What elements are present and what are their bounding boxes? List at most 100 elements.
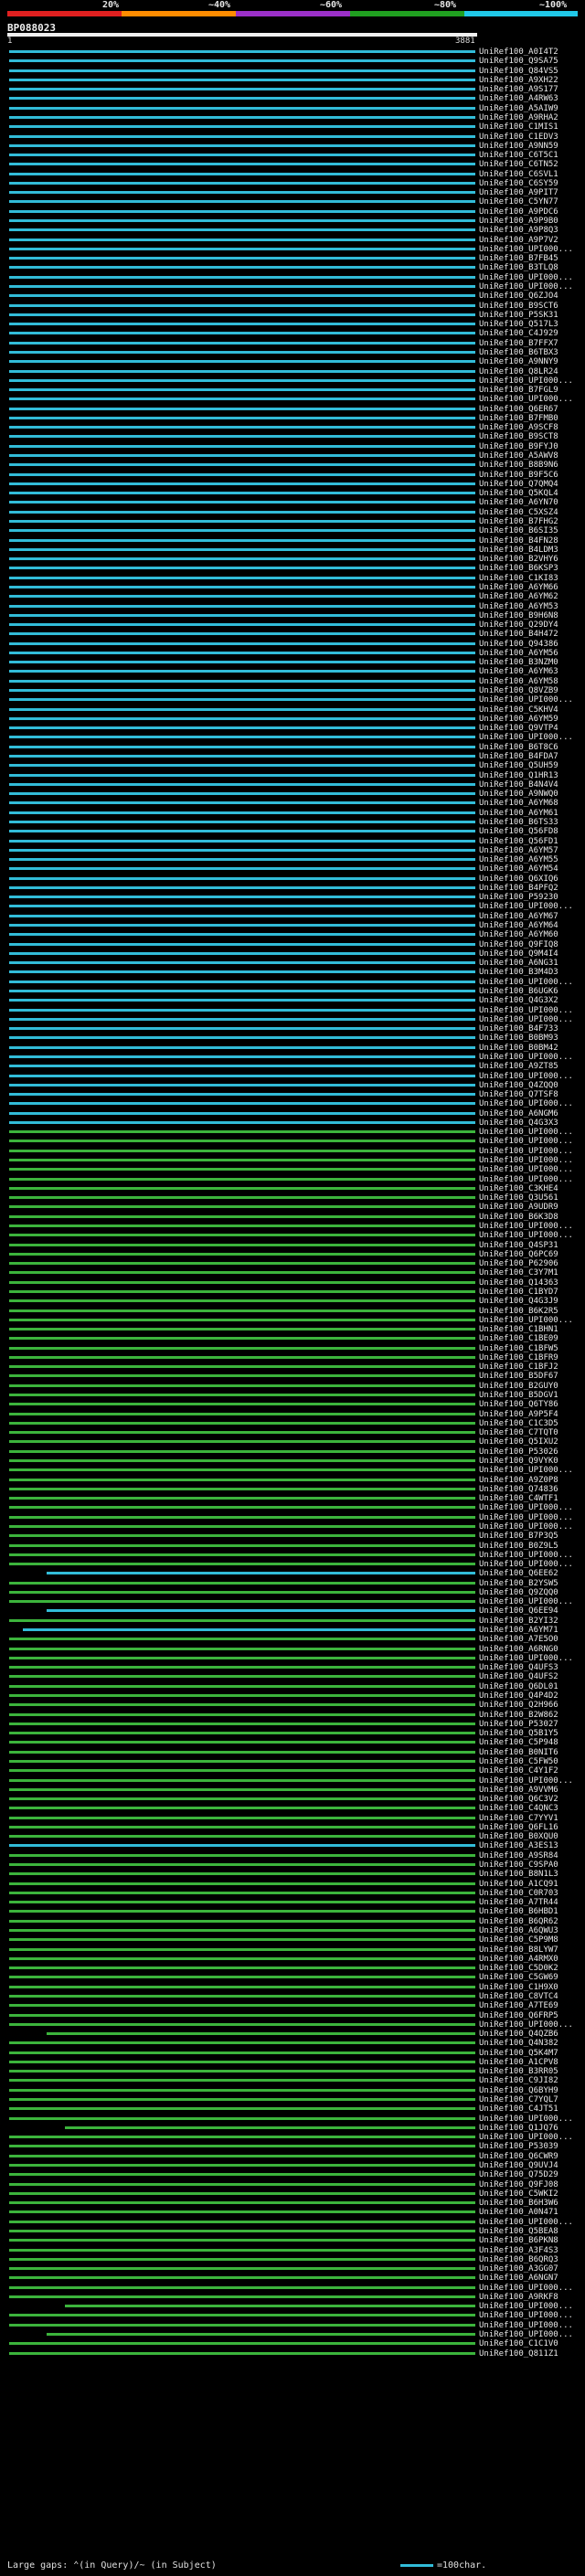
hit-label[interactable]: UniRef100_UPI000... [479, 1503, 573, 1512]
hit-label[interactable]: UniRef100_C6T5C1 [479, 151, 558, 160]
hit-label[interactable]: UniRef100_A6NG31 [479, 959, 558, 968]
hit-row[interactable]: UniRef100_A9NN59 [0, 142, 585, 151]
hit-row[interactable]: UniRef100_Q1JQ76 [0, 2124, 585, 2133]
hit-row[interactable]: UniRef100_Q2H966 [0, 1701, 585, 1710]
hit-row[interactable]: UniRef100_UPI000... [0, 1006, 585, 1015]
hit-row[interactable]: UniRef100_B6KSP3 [0, 564, 585, 573]
hit-label[interactable]: UniRef100_B8LYW7 [479, 1945, 558, 1955]
hit-row[interactable]: UniRef100_B6K2R5 [0, 1307, 585, 1316]
hit-label[interactable]: UniRef100_Q4UFS3 [479, 1663, 558, 1672]
hit-label[interactable]: UniRef100_A6YM60 [479, 930, 558, 939]
hit-label[interactable]: UniRef100_Q9FIQ8 [479, 940, 558, 949]
hit-label[interactable]: UniRef100_C1BE09 [479, 1334, 558, 1343]
hit-label[interactable]: UniRef100_B9FYJ0 [479, 442, 558, 451]
hit-row[interactable]: UniRef100_Q4UFS2 [0, 1672, 585, 1681]
hit-label[interactable]: UniRef100_Q5BEA8 [479, 2227, 558, 2236]
hit-label[interactable]: UniRef100_UPI000... [479, 695, 573, 705]
hit-row[interactable]: UniRef100_UPI000... [0, 1466, 585, 1475]
hit-label[interactable]: UniRef100_Q517L3 [479, 320, 558, 329]
hit-label[interactable]: UniRef100_B3TLQ8 [479, 263, 558, 272]
hit-row[interactable]: UniRef100_UPI000... [0, 1053, 585, 1062]
hit-row[interactable]: UniRef100_A9P9B0 [0, 217, 585, 226]
hit-row[interactable]: UniRef100_B6SI35 [0, 526, 585, 535]
hit-label[interactable]: UniRef100_A9P7V2 [479, 236, 558, 245]
hit-label[interactable]: UniRef100_B7FHG2 [479, 517, 558, 526]
hit-label[interactable]: UniRef100_UPI000... [479, 1316, 573, 1325]
hit-label[interactable]: UniRef100_C9SPA0 [479, 1860, 558, 1870]
hit-row[interactable]: UniRef100_B9FYJ0 [0, 442, 585, 451]
hit-row[interactable]: UniRef100_B2VHY6 [0, 555, 585, 564]
hit-row[interactable]: UniRef100_A6YM71 [0, 1626, 585, 1635]
hit-label[interactable]: UniRef100_Q2H966 [479, 1701, 558, 1710]
hit-row[interactable]: UniRef100_B6QR62 [0, 1917, 585, 1926]
hit-row[interactable]: UniRef100_Q29DY4 [0, 620, 585, 630]
hit-row[interactable]: UniRef100_A9RHA2 [0, 113, 585, 122]
hit-label[interactable]: UniRef100_Q4SP31 [479, 1241, 558, 1250]
hit-row[interactable]: UniRef100_A9PDC6 [0, 207, 585, 217]
hit-label[interactable]: UniRef100_UPI000... [479, 1513, 573, 1522]
hit-row[interactable]: UniRef100_A6NG31 [0, 959, 585, 968]
hit-row[interactable]: UniRef100_Q56FD8 [0, 827, 585, 836]
hit-label[interactable]: UniRef100_B6K2R5 [479, 1307, 558, 1316]
hit-label[interactable]: UniRef100_Q6ER67 [479, 405, 558, 414]
hit-label[interactable]: UniRef100_UPI000... [479, 1147, 573, 1156]
hit-label[interactable]: UniRef100_UPI000... [479, 395, 573, 404]
hit-row[interactable]: UniRef100_A9SR84 [0, 1851, 585, 1860]
hit-row[interactable]: UniRef100_C7TQT0 [0, 1428, 585, 1437]
hit-label[interactable]: UniRef100_A9S177 [479, 85, 558, 94]
hit-label[interactable]: UniRef100_Q4G3X3 [479, 1118, 558, 1128]
hit-label[interactable]: UniRef100_B6K3D8 [479, 1213, 558, 1222]
hit-label[interactable]: UniRef100_B9H6N8 [479, 611, 558, 620]
hit-row[interactable]: UniRef100_C5P9M8 [0, 1935, 585, 1945]
hit-label[interactable]: UniRef100_P53039 [479, 2142, 558, 2151]
hit-label[interactable]: UniRef100_UPI000... [479, 1654, 573, 1663]
hit-label[interactable]: UniRef100_A6YM63 [479, 667, 558, 676]
hit-row[interactable]: UniRef100_C4WTF1 [0, 1494, 585, 1503]
hit-row[interactable]: UniRef100_B6TS33 [0, 818, 585, 827]
hit-label[interactable]: UniRef100_A3GG07 [479, 2264, 558, 2274]
hit-label[interactable]: UniRef100_UPI000... [479, 1466, 573, 1475]
hit-label[interactable]: UniRef100_UPI000... [479, 2218, 573, 2227]
hit-row[interactable]: UniRef100_Q4G3X2 [0, 996, 585, 1005]
hit-row[interactable]: UniRef100_A6YM68 [0, 799, 585, 808]
hit-label[interactable]: UniRef100_UPI000... [479, 1551, 573, 1560]
hit-row[interactable]: UniRef100_C1BFR9 [0, 1353, 585, 1362]
hit-label[interactable]: UniRef100_A4RMX0 [479, 1955, 558, 1964]
hit-row[interactable]: UniRef100_P59230 [0, 893, 585, 902]
hit-row[interactable]: UniRef100_B0XQU0 [0, 1832, 585, 1841]
hit-label[interactable]: UniRef100_C1C3D5 [479, 1419, 558, 1428]
hit-row[interactable]: UniRef100_UPI000... [0, 395, 585, 404]
hit-row[interactable]: UniRef100_UPI000... [0, 695, 585, 705]
hit-label[interactable]: UniRef100_A9VVM6 [479, 1786, 558, 1795]
hit-label[interactable]: UniRef100_B3M4D3 [479, 968, 558, 977]
hit-label[interactable]: UniRef100_Q5K4M7 [479, 2049, 558, 2058]
hit-label[interactable]: UniRef100_C5KHV4 [479, 705, 558, 715]
hit-row[interactable]: UniRef100_UPI000... [0, 1072, 585, 1081]
hit-label[interactable]: UniRef100_B6UGK6 [479, 987, 558, 996]
hit-label[interactable]: UniRef100_A6YM53 [479, 602, 558, 611]
hit-row[interactable]: UniRef100_UPI000... [0, 1776, 585, 1786]
hit-row[interactable]: UniRef100_Q6EE62 [0, 1569, 585, 1578]
hit-row[interactable]: UniRef100_P53039 [0, 2142, 585, 2151]
hit-label[interactable]: UniRef100_Q84VS5 [479, 67, 558, 76]
hit-label[interactable]: UniRef100_Q6FL16 [479, 1823, 558, 1832]
hit-row[interactable]: UniRef100_B6UGK6 [0, 987, 585, 996]
hit-row[interactable]: UniRef100_Q7QMQ4 [0, 480, 585, 489]
hit-label[interactable]: UniRef100_A6YM56 [479, 649, 558, 658]
hit-row[interactable]: UniRef100_Q4P4D2 [0, 1691, 585, 1701]
hit-label[interactable]: UniRef100_A6YM57 [479, 846, 558, 855]
hit-label[interactable]: UniRef100_Q6BYH9 [479, 2086, 558, 2095]
hit-row[interactable]: UniRef100_Q8LR24 [0, 367, 585, 376]
hit-row[interactable]: UniRef100_UPI000... [0, 1560, 585, 1569]
hit-label[interactable]: UniRef100_B4H472 [479, 630, 558, 639]
hit-label[interactable]: UniRef100_Q4G3X2 [479, 996, 558, 1005]
hit-label[interactable]: UniRef100_Q6CWR9 [479, 2152, 558, 2161]
hit-row[interactable]: UniRef100_B6H3W6 [0, 2199, 585, 2208]
hit-row[interactable]: UniRef100_A6YM57 [0, 846, 585, 855]
hit-row[interactable]: UniRef100_C3Y7M1 [0, 1268, 585, 1277]
hit-row[interactable]: UniRef100_Q4SP31 [0, 1241, 585, 1250]
hit-row[interactable]: UniRef100_Q4QZB6 [0, 2030, 585, 2039]
hit-label[interactable]: UniRef100_UPI000... [479, 2311, 573, 2320]
hit-row[interactable]: UniRef100_UPI000... [0, 376, 585, 386]
hit-label[interactable]: UniRef100_UPI000... [479, 1128, 573, 1137]
